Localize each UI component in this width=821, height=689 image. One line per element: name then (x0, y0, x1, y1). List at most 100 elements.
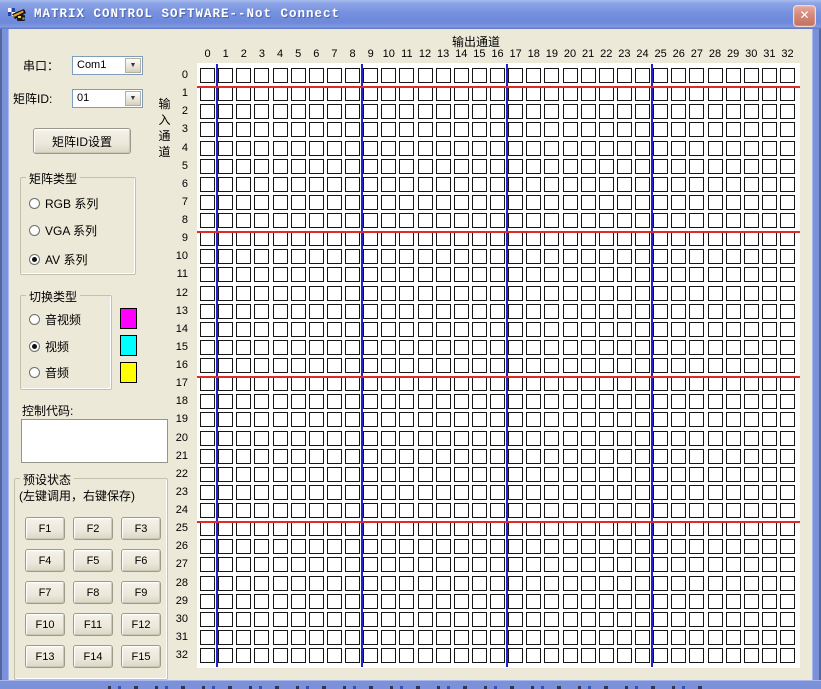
crosspoint-checkbox[interactable] (218, 612, 233, 627)
crosspoint-checkbox[interactable] (345, 394, 360, 409)
crosspoint-checkbox[interactable] (309, 576, 324, 591)
crosspoint-checkbox[interactable] (726, 394, 741, 409)
crosspoint-checkbox[interactable] (490, 449, 505, 464)
crosspoint-checkbox[interactable] (526, 340, 541, 355)
crosspoint-checkbox[interactable] (454, 104, 469, 119)
crosspoint-checkbox[interactable] (363, 104, 378, 119)
crosspoint-checkbox[interactable] (418, 304, 433, 319)
crosspoint-checkbox[interactable] (218, 648, 233, 663)
crosspoint-checkbox[interactable] (544, 340, 559, 355)
crosspoint-checkbox[interactable] (345, 485, 360, 500)
crosspoint-checkbox[interactable] (689, 322, 704, 337)
crosspoint-checkbox[interactable] (381, 213, 396, 228)
crosspoint-checkbox[interactable] (472, 557, 487, 572)
crosspoint-checkbox[interactable] (689, 340, 704, 355)
crosspoint-checkbox[interactable] (563, 286, 578, 301)
crosspoint-checkbox[interactable] (780, 648, 795, 663)
crosspoint-checkbox[interactable] (563, 485, 578, 500)
crosspoint-checkbox[interactable] (254, 358, 269, 373)
crosspoint-checkbox[interactable] (581, 195, 596, 210)
crosspoint-checkbox[interactable] (726, 322, 741, 337)
crosspoint-checkbox[interactable] (653, 213, 668, 228)
crosspoint-checkbox[interactable] (490, 159, 505, 174)
crosspoint-checkbox[interactable] (399, 86, 414, 101)
crosspoint-checkbox[interactable] (744, 286, 759, 301)
crosspoint-checkbox[interactable] (617, 503, 632, 518)
crosspoint-checkbox[interactable] (708, 521, 723, 536)
crosspoint-checkbox[interactable] (327, 648, 342, 663)
crosspoint-checkbox[interactable] (653, 177, 668, 192)
crosspoint-checkbox[interactable] (381, 304, 396, 319)
crosspoint-checkbox[interactable] (544, 231, 559, 246)
crosspoint-checkbox[interactable] (744, 68, 759, 83)
crosspoint-checkbox[interactable] (254, 539, 269, 554)
crosspoint-checkbox[interactable] (218, 304, 233, 319)
crosspoint-checkbox[interactable] (454, 267, 469, 282)
crosspoint-checkbox[interactable] (454, 376, 469, 391)
crosspoint-checkbox[interactable] (309, 86, 324, 101)
crosspoint-checkbox[interactable] (472, 122, 487, 137)
crosspoint-checkbox[interactable] (689, 86, 704, 101)
matrix-type-option[interactable]: RGB 系列 (29, 196, 98, 210)
crosspoint-checkbox[interactable] (236, 213, 251, 228)
chevron-down-icon[interactable]: ▼ (125, 91, 141, 106)
crosspoint-checkbox[interactable] (508, 376, 523, 391)
crosspoint-checkbox[interactable] (381, 231, 396, 246)
crosspoint-checkbox[interactable] (381, 177, 396, 192)
crosspoint-checkbox[interactable] (653, 159, 668, 174)
crosspoint-checkbox[interactable] (254, 267, 269, 282)
crosspoint-checkbox[interactable] (436, 576, 451, 591)
crosspoint-checkbox[interactable] (780, 557, 795, 572)
crosspoint-checkbox[interactable] (291, 213, 306, 228)
crosspoint-checkbox[interactable] (617, 485, 632, 500)
crosspoint-checkbox[interactable] (780, 249, 795, 264)
crosspoint-checkbox[interactable] (544, 68, 559, 83)
crosspoint-checkbox[interactable] (780, 213, 795, 228)
crosspoint-checkbox[interactable] (490, 104, 505, 119)
crosspoint-checkbox[interactable] (381, 394, 396, 409)
crosspoint-checkbox[interactable] (490, 213, 505, 228)
crosspoint-checkbox[interactable] (363, 286, 378, 301)
preset-button-f10[interactable]: F10 (25, 613, 65, 636)
crosspoint-checkbox[interactable] (581, 539, 596, 554)
crosspoint-checkbox[interactable] (653, 648, 668, 663)
crosspoint-checkbox[interactable] (581, 394, 596, 409)
crosspoint-checkbox[interactable] (708, 449, 723, 464)
crosspoint-checkbox[interactable] (436, 159, 451, 174)
crosspoint-checkbox[interactable] (689, 612, 704, 627)
crosspoint-checkbox[interactable] (563, 231, 578, 246)
crosspoint-checkbox[interactable] (200, 485, 215, 500)
crosspoint-checkbox[interactable] (273, 86, 288, 101)
crosspoint-checkbox[interactable] (726, 648, 741, 663)
crosspoint-checkbox[interactable] (345, 612, 360, 627)
crosspoint-checkbox[interactable] (236, 449, 251, 464)
crosspoint-checkbox[interactable] (436, 322, 451, 337)
crosspoint-checkbox[interactable] (508, 177, 523, 192)
crosspoint-checkbox[interactable] (617, 122, 632, 137)
crosspoint-checkbox[interactable] (381, 376, 396, 391)
crosspoint-checkbox[interactable] (526, 485, 541, 500)
crosspoint-checkbox[interactable] (526, 467, 541, 482)
crosspoint-checkbox[interactable] (708, 286, 723, 301)
crosspoint-checkbox[interactable] (671, 394, 686, 409)
crosspoint-checkbox[interactable] (418, 431, 433, 446)
crosspoint-checkbox[interactable] (526, 304, 541, 319)
crosspoint-checkbox[interactable] (472, 340, 487, 355)
crosspoint-checkbox[interactable] (309, 594, 324, 609)
crosspoint-checkbox[interactable] (200, 122, 215, 137)
crosspoint-checkbox[interactable] (544, 449, 559, 464)
crosspoint-checkbox[interactable] (236, 104, 251, 119)
crosspoint-checkbox[interactable] (345, 576, 360, 591)
crosspoint-checkbox[interactable] (454, 304, 469, 319)
crosspoint-checkbox[interactable] (436, 467, 451, 482)
crosspoint-checkbox[interactable] (381, 557, 396, 572)
crosspoint-checkbox[interactable] (254, 521, 269, 536)
crosspoint-checkbox[interactable] (218, 485, 233, 500)
crosspoint-checkbox[interactable] (544, 213, 559, 228)
crosspoint-checkbox[interactable] (399, 177, 414, 192)
crosspoint-checkbox[interactable] (726, 231, 741, 246)
crosspoint-checkbox[interactable] (708, 231, 723, 246)
crosspoint-checkbox[interactable] (744, 576, 759, 591)
crosspoint-checkbox[interactable] (345, 630, 360, 645)
crosspoint-checkbox[interactable] (726, 630, 741, 645)
